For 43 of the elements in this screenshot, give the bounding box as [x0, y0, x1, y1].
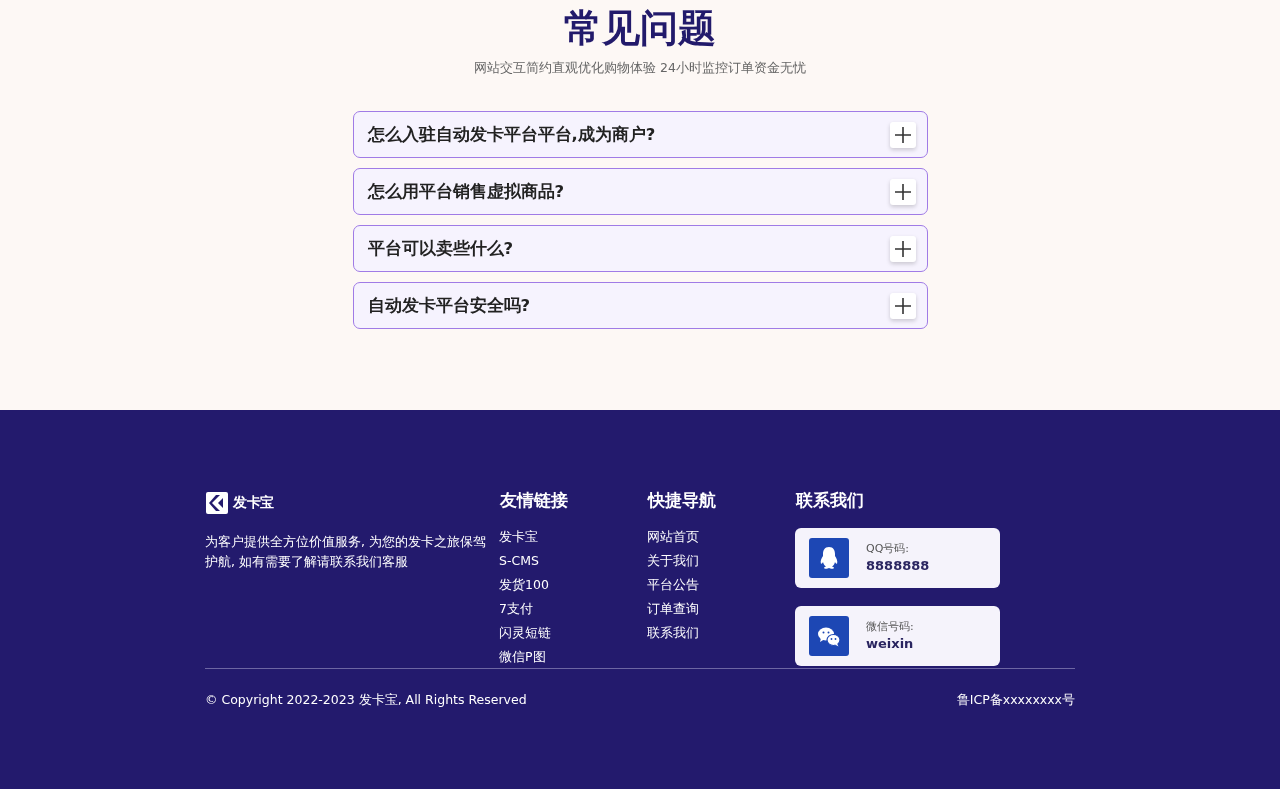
faq-question: 怎么入驻自动发卡平台平台,成为商户?: [367, 123, 656, 146]
footer-link[interactable]: 关于我们: [647, 549, 699, 573]
faq-question: 怎么用平台销售虚拟商品?: [367, 180, 565, 203]
footer-link[interactable]: 联系我们: [647, 621, 699, 645]
plus-icon: [894, 240, 911, 257]
plus-icon: [894, 183, 911, 200]
contact-label: QQ号码:: [866, 541, 911, 557]
logo-icon: [205, 491, 229, 515]
contact-value: 8888888: [866, 557, 930, 575]
section-subtitle: 网站交互简约直观优化购物体验 24小时监控订单资金无忧: [474, 59, 806, 77]
column-heading: 联系我们: [796, 490, 864, 512]
plus-icon: [894, 126, 911, 143]
faq-item[interactable]: 怎么入驻自动发卡平台平台,成为商户?: [352, 111, 928, 158]
column-heading: 友情链接: [500, 490, 568, 512]
faq-item[interactable]: 自动发卡平台安全吗?: [352, 282, 928, 329]
plus-icon: [894, 297, 911, 314]
column-heading: 快捷导航: [648, 490, 716, 512]
footer-link[interactable]: 订单查询: [647, 597, 699, 621]
expand-button[interactable]: [889, 121, 916, 148]
penguin-icon: [809, 538, 849, 578]
footer-link[interactable]: 发卡宝: [499, 525, 538, 549]
contact-value: weixin: [866, 635, 914, 653]
copyright-text: © Copyright 2022-2023 发卡宝, All Rights Reserved: [205, 691, 527, 709]
footer-link[interactable]: 发货100: [499, 573, 549, 597]
faq-question: 平台可以卖些什么?: [367, 237, 514, 260]
faq-item[interactable]: 怎么用平台销售虚拟商品?: [352, 168, 928, 215]
footer-link[interactable]: S-CMS: [499, 549, 539, 573]
logo-text: 发卡宝: [233, 494, 274, 512]
section-title: 常见问题: [564, 6, 716, 50]
footer-link[interactable]: 平台公告: [647, 573, 699, 597]
expand-button[interactable]: [889, 178, 916, 205]
chat-bubbles-icon: [809, 616, 849, 656]
footer-link[interactable]: 微信P图: [499, 645, 546, 669]
faq-question: 自动发卡平台安全吗?: [367, 294, 531, 317]
contact-label: 微信号码:: [866, 619, 914, 635]
icp-link[interactable]: 鲁ICP备xxxxxxxx号: [956, 690, 1075, 710]
footer-link[interactable]: 7支付: [499, 597, 533, 621]
footer-link[interactable]: 闪灵短链: [499, 621, 551, 645]
faq-item[interactable]: 平台可以卖些什么?: [352, 225, 928, 272]
expand-button[interactable]: [889, 235, 916, 262]
brand-description: 为客户提供全方位价值服务, 为您的发卡之旅保驾护航, 如有需要了解请联系我们客服: [205, 533, 487, 571]
expand-button[interactable]: [889, 292, 916, 319]
footer-link[interactable]: 网站首页: [647, 525, 699, 549]
